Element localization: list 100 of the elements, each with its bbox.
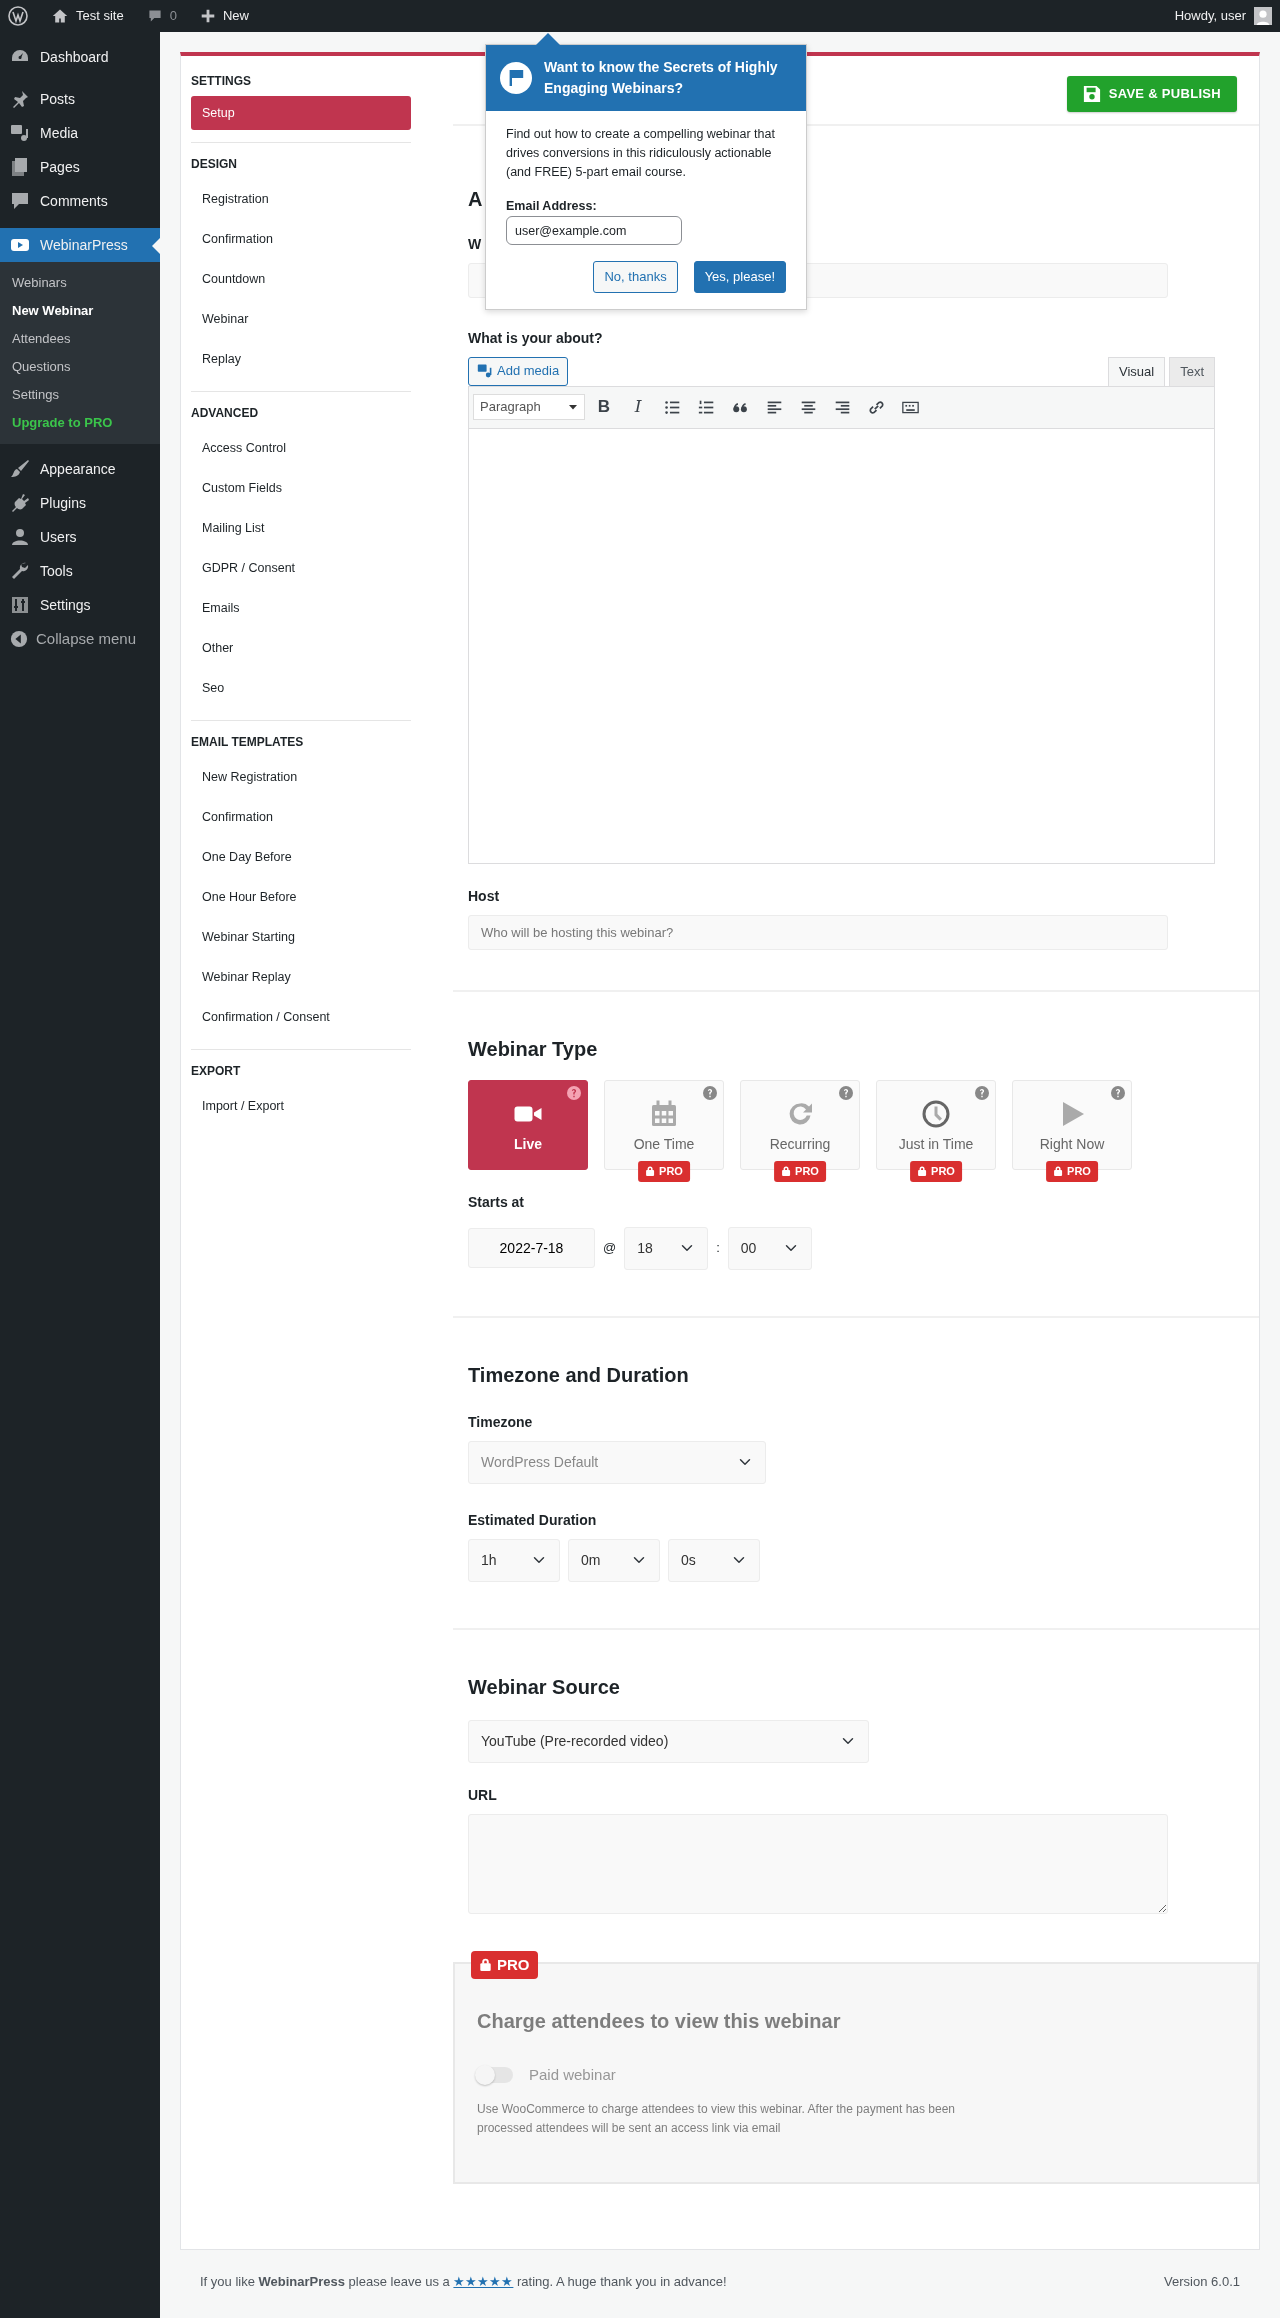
sidebar-item[interactable]: Users [0,520,160,554]
settings-nav-item[interactable]: Setup [191,96,411,130]
media-icon [477,363,493,379]
sidebar-item[interactable]: Comments [0,184,160,218]
pro-badge: PRO [910,1161,962,1182]
settings-nav-item[interactable]: Import / Export [191,1086,411,1126]
italic-button[interactable]: I [623,394,653,420]
padlock-icon [479,1958,492,1972]
editor-tab[interactable]: Visual [1107,357,1166,386]
editor-tab[interactable]: Text [1169,357,1215,386]
source-select[interactable]: YouTube (Pre-recorded video) [468,1719,869,1763]
email-field[interactable]: user@example.com [506,216,682,245]
sidebar-item[interactable]: Appearance [0,452,160,486]
new-link[interactable]: New [222,6,249,26]
help-icon [839,1085,853,1100]
wrench-icon [10,561,30,581]
settings-nav-item[interactable]: One Hour Before [191,877,411,917]
settings-nav-item[interactable]: Webinar [191,299,411,339]
speech-bubble-icon[interactable] [147,9,162,23]
padlock-icon [781,1166,792,1177]
settings-nav-item[interactable]: Access Control [191,428,411,468]
settings-nav-item[interactable]: Mailing List [191,508,411,548]
rating-link[interactable]: ★★★★★ [453,2274,514,2289]
settings-nav-item[interactable]: Seo [191,668,411,708]
hour-select[interactable]: 18 [624,1226,709,1270]
bold-button[interactable]: B [589,394,619,420]
sidebar-item[interactable]: Pages [0,150,160,184]
sidebar-item[interactable]: Tools [0,554,160,588]
settings-nav-item[interactable]: Replay [191,339,411,379]
host-field[interactable]: Who will be hosting this webinar? [468,914,1168,950]
duration-select[interactable]: 0m [568,1538,660,1582]
bullet-list-icon[interactable] [663,398,681,416]
submenu-item[interactable]: Settings [0,380,160,408]
submenu-item[interactable]: Upgrade to PRO [0,408,160,436]
calendar-icon [649,1098,679,1129]
submenu-item[interactable]: Questions [0,352,160,380]
settings-nav-item[interactable]: Other [191,628,411,668]
sidebar-item[interactable]: Settings [0,588,160,622]
link-icon[interactable] [867,398,885,416]
duration-select[interactable]: 1h [468,1538,560,1582]
submenu-item[interactable]: New Webinar [0,296,160,324]
sidebar-item[interactable]: Posts [0,82,160,116]
popup-title: Want to know the Secrets of Highly Engaging Webinars? [544,58,779,98]
pro-badge: PRO [471,1950,538,1979]
plus-icon[interactable] [200,9,215,23]
settings-nav-item[interactable]: Confirmation [191,797,411,837]
settings-nav-item[interactable]: Custom Fields [191,468,411,508]
field-label: URL [468,1785,498,1805]
timezone-select[interactable]: WordPress Default [468,1440,766,1484]
sidebar-item[interactable]: Dashboard [0,40,160,74]
minute-select[interactable]: 00 [727,1226,812,1270]
format-dropdown[interactable]: Paragraph [473,394,585,420]
date-field[interactable]: 2022-7-18 [468,1228,595,1268]
help-icon [703,1085,717,1100]
section-heading: EXPORT [191,1063,242,1080]
greeting-link[interactable]: Howdy, user [1174,6,1246,26]
numbered-list-icon[interactable] [697,398,715,416]
duration-select[interactable]: 0s [668,1538,760,1582]
settings-nav-item[interactable]: GDPR / Consent [191,548,411,588]
sidebar-item[interactable]: Plugins [0,486,160,520]
site-name-link[interactable]: Test site [76,6,124,26]
house-icon[interactable] [52,8,68,24]
clock-icon [921,1098,951,1129]
add-media-button[interactable]: Add media [468,356,569,386]
section-heading: Webinar Source [468,1674,621,1700]
settings-nav-item[interactable]: Registration [191,179,411,219]
settings-nav-item[interactable]: Confirmation [191,219,411,259]
settings-nav-item[interactable]: Countdown [191,259,411,299]
media-icon [10,123,30,143]
sidebar-item[interactable]: Media [0,116,160,150]
accept-button[interactable]: Yes, please! [693,261,786,293]
submenu-item[interactable]: Attendees [0,324,160,352]
settings-nav-item[interactable]: New Registration [191,757,411,797]
wordpress-logo-icon[interactable] [8,6,28,26]
url-field[interactable] [468,1813,1168,1914]
settings-nav-item[interactable]: Webinar Starting [191,917,411,957]
settings-nav-item[interactable]: Emails [191,588,411,628]
footer-text: If you like WebinarPress please leave us a ★★★★★ rating. A huge thank you in advance! [200,2273,727,2291]
padlock-icon [1053,1166,1064,1177]
padlock-icon [645,1166,656,1177]
settings-nav-item[interactable]: Confirmation / Consent [191,997,411,1037]
section-heading: Timezone and Duration [468,1362,690,1388]
settings-nav-item[interactable]: One Day Before [191,837,411,877]
comment-count[interactable]: 0 [169,6,177,26]
submenu-item[interactable]: Webinars [0,268,160,296]
section-heading: A [468,186,483,212]
help-icon [975,1085,989,1100]
field-label: Host [468,886,501,906]
padlock-icon [917,1166,928,1177]
decline-button[interactable]: No, thanks [593,261,678,293]
help-icon [1111,1085,1125,1100]
webinar-type-option[interactable]: Live [468,1079,588,1170]
collapse-menu-button[interactable]: Collapse menu [10,627,137,651]
sidebar-item[interactable]: WebinarPress [0,228,160,262]
pro-badge: PRO [1046,1161,1098,1182]
paintbrush-icon [10,459,30,479]
settings-nav-item[interactable]: Webinar Replay [191,957,411,997]
field-label: Timezone [468,1412,534,1432]
at-sign: @ [603,1239,617,1258]
section-heading: SETTINGS [191,73,252,90]
